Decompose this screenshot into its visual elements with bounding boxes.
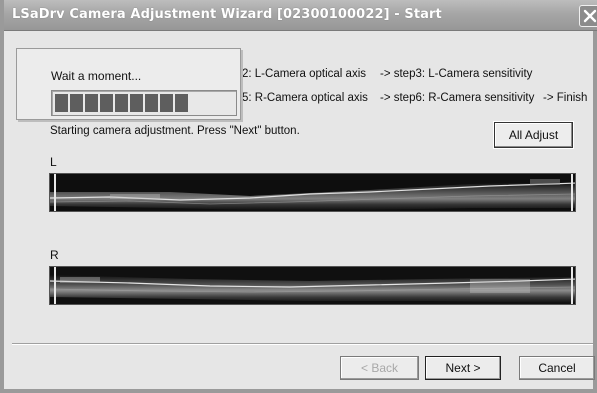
right-camera-view — [49, 266, 576, 305]
progress-block — [70, 94, 83, 112]
step-current-right: 5: R-Camera optical axis — [242, 92, 368, 104]
step-next-left: -> step3: L-Camera sensitivity — [380, 68, 533, 80]
progress-block — [55, 94, 68, 112]
title-bar[interactable]: LSaDrv Camera Adjustment Wizard [0230010… — [4, 0, 597, 31]
wait-message: Wait a moment... — [51, 69, 142, 83]
left-camera-view — [49, 173, 576, 212]
back-button[interactable]: < Back — [340, 356, 419, 380]
right-camera-image — [50, 267, 575, 304]
progress-block — [130, 94, 143, 112]
wizard-window: LSaDrv Camera Adjustment Wizard [0230010… — [0, 0, 597, 393]
step-current-left: 2: L-Camera optical axis — [242, 68, 366, 80]
wait-dialog: Wait a moment... — [16, 48, 241, 120]
progress-block — [175, 94, 188, 112]
progress-block — [85, 94, 98, 112]
progress-block — [100, 94, 113, 112]
progress-bar — [51, 90, 237, 116]
close-icon — [583, 9, 597, 23]
left-camera-label: L — [50, 155, 57, 169]
progress-block — [115, 94, 128, 112]
right-camera-label: R — [50, 248, 59, 262]
close-button[interactable] — [579, 5, 597, 27]
step-next-right: -> step6: R-Camera sensitivity — [380, 92, 535, 104]
footer-separator — [12, 343, 593, 345]
progress-block — [160, 94, 173, 112]
progress-fill — [55, 94, 236, 112]
step-finish: -> Finish — [543, 92, 588, 104]
next-button[interactable]: Next > — [425, 356, 501, 380]
left-camera-image — [50, 174, 575, 211]
progress-block — [145, 94, 158, 112]
cancel-button[interactable]: Cancel — [519, 356, 595, 380]
window-title: LSaDrv Camera Adjustment Wizard [0230010… — [12, 7, 442, 22]
all-adjust-button[interactable]: All Adjust — [493, 121, 574, 149]
instruction-text: Starting camera adjustment. Press "Next"… — [50, 125, 300, 137]
